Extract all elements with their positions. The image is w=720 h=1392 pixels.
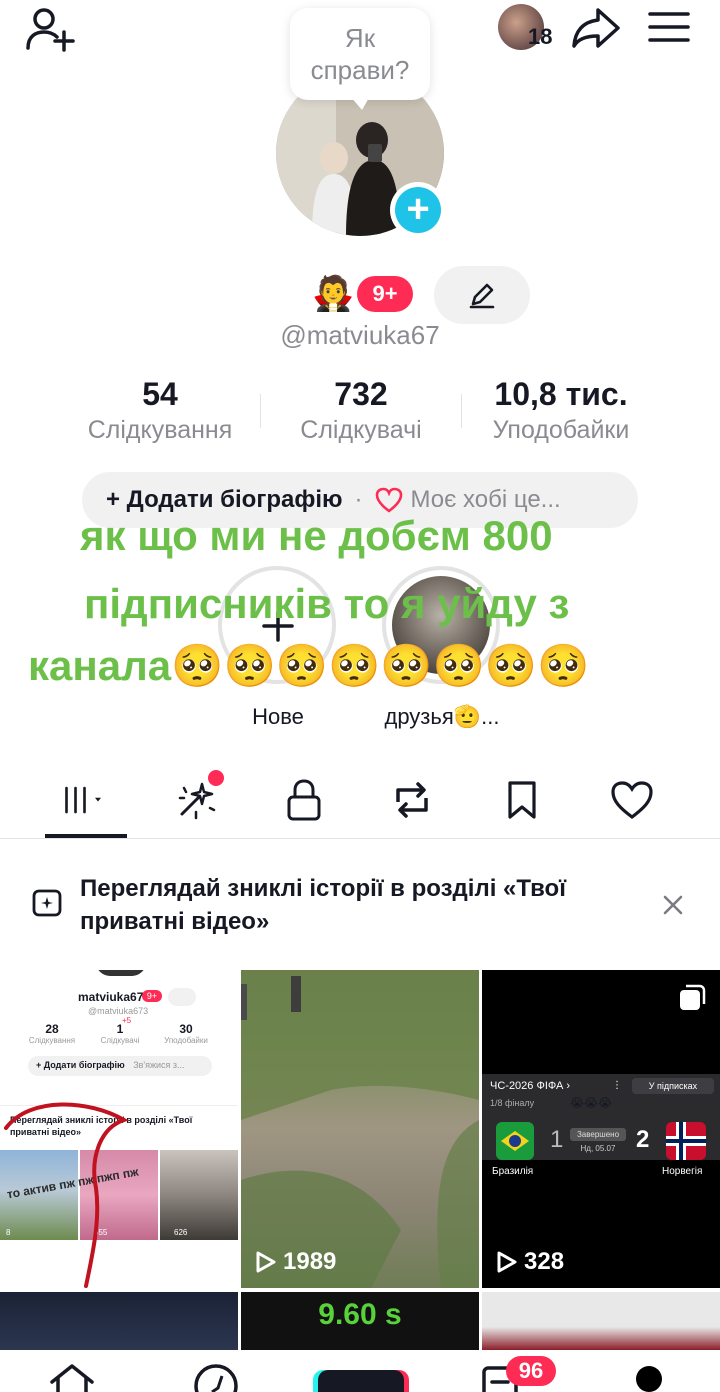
score-team1: 1 — [550, 1126, 564, 1153]
stories-icon — [32, 889, 62, 917]
video-thumbnail-1[interactable]: matviuka67 9+ @matviuka673 28 Слідкуванн… — [0, 970, 238, 1288]
score-card: ЧС-2026 ФІФА › ⋮ У підписках 1/8 фіналу … — [482, 1074, 720, 1160]
view-count-2-text: 1989 — [283, 1248, 337, 1275]
likes-count[interactable]: 10,8 тис. — [441, 376, 681, 413]
follow-chip: У підписках — [632, 1078, 714, 1094]
tabs-divider — [0, 838, 720, 839]
thumb-link: Зв'яжися з... — [133, 1060, 185, 1070]
add-bio-button[interactable]: + Додати біографію — [106, 486, 343, 514]
score-stage: 1/8 фіналу — [490, 1098, 535, 1108]
discover-icon[interactable] — [192, 1362, 240, 1392]
edit-profile-button[interactable] — [434, 266, 530, 324]
thumb-stat-label-2: Слідкувачі — [100, 1036, 140, 1045]
thumb-bio: + Додати біографію — [36, 1060, 125, 1070]
create-button[interactable] — [318, 1370, 404, 1392]
video-thumbnail-6[interactable] — [482, 1292, 720, 1350]
hobby-prompt[interactable]: Моє хобі це... — [411, 486, 561, 514]
match-date: Нд, 05.07 — [580, 1144, 616, 1153]
status-bubble-text: Як справи? — [310, 23, 410, 85]
overlay-text-line-3: канала🥺🥺🥺🥺🥺🥺🥺🥺 — [28, 642, 590, 689]
likes-label[interactable]: Уподобайки — [441, 416, 681, 445]
bookmark-icon — [508, 781, 536, 819]
thumb-stat-1: 28 — [45, 1022, 59, 1036]
video-thumbnail-3[interactable]: ЧС-2026 ФІФА › ⋮ У підписках 1/8 фіналу … — [482, 970, 720, 1288]
inbox-badge: 96 — [506, 1356, 556, 1386]
highlight-new-label: Нове — [252, 704, 304, 729]
profile-nav-avatar[interactable] — [636, 1366, 662, 1392]
norway-flag — [666, 1122, 706, 1160]
multi-photo-icon — [680, 984, 706, 1010]
team2-name: Норвегія — [662, 1166, 703, 1177]
tab-favorites[interactable] — [498, 776, 546, 824]
video-thumbnail-5[interactable]: 9.60 s — [241, 1292, 479, 1350]
add-friend-icon[interactable] — [24, 6, 78, 52]
view-count-1-text: 151 — [42, 1248, 83, 1275]
view-count-1: 151 — [14, 1248, 82, 1276]
heart-icon — [375, 487, 402, 513]
menu-icon[interactable] — [648, 10, 690, 44]
video-thumbnail-2[interactable]: 1989 — [241, 970, 479, 1288]
heart-icon — [611, 781, 653, 820]
tab-videos[interactable] — [62, 776, 110, 824]
pencil-icon — [469, 283, 495, 309]
grid-icon — [65, 786, 101, 814]
private-stories-notice[interactable]: Переглядай зниклі історії в розділі «Тво… — [80, 872, 640, 938]
thumb-v3: 626 — [174, 1228, 188, 1237]
thumb-plus: +5 — [122, 1016, 132, 1025]
view-count-3: 328 — [496, 1248, 564, 1276]
thumb-handle: @matviuka673 — [88, 1006, 149, 1016]
bio-separator: · — [354, 486, 363, 513]
thumb-stat-label-1: Слідкування — [28, 1036, 76, 1045]
username: @matviuka67 — [280, 320, 440, 350]
view-count-3-text: 328 — [524, 1248, 565, 1275]
close-icon[interactable] — [662, 894, 684, 916]
thumb-stat-3: 30 — [179, 1022, 193, 1036]
thumb-stat-label-3: Уподобайки — [164, 1036, 208, 1045]
story-avatar-count: 18 — [528, 24, 553, 49]
tab-liked[interactable] — [608, 776, 656, 824]
thumb-edit — [168, 988, 196, 1006]
overlay-text-line-1: як що ми не добєм 800 — [80, 512, 553, 559]
thumb-username: matviuka67 — [78, 990, 144, 1004]
home-icon[interactable] — [48, 1362, 96, 1392]
overlay-text-line-2: підписників то я уйду з — [84, 580, 570, 627]
video-thumbnail-4[interactable] — [0, 1292, 238, 1350]
tab-private[interactable] — [280, 776, 328, 824]
brazil-flag — [496, 1122, 534, 1160]
repost-icon — [396, 782, 428, 818]
lock-icon — [287, 779, 321, 821]
team1-name: Бразилія — [492, 1166, 534, 1177]
score-title: ЧС-2026 ФІФА › — [490, 1080, 571, 1092]
profile-emoji: 🧛 — [312, 275, 355, 313]
highlight-friends-label: друзья🫡... — [384, 704, 500, 729]
thumb-badge: 9+ — [142, 990, 162, 1002]
timer-text: 9.60 s — [318, 1298, 402, 1331]
tab-reposts[interactable] — [388, 776, 436, 824]
add-story-button[interactable]: + — [390, 182, 446, 238]
notification-badge[interactable]: 9+ — [357, 276, 413, 312]
score-team2: 2 — [636, 1126, 650, 1153]
share-icon[interactable] — [570, 6, 622, 50]
status-bubble[interactable]: Як справи? — [290, 8, 430, 100]
thumb-stat-2: 1 — [116, 1022, 124, 1036]
view-count-2: 1989 — [255, 1248, 336, 1276]
match-status: Завершено — [570, 1128, 626, 1141]
tab-notification-dot — [208, 770, 224, 786]
